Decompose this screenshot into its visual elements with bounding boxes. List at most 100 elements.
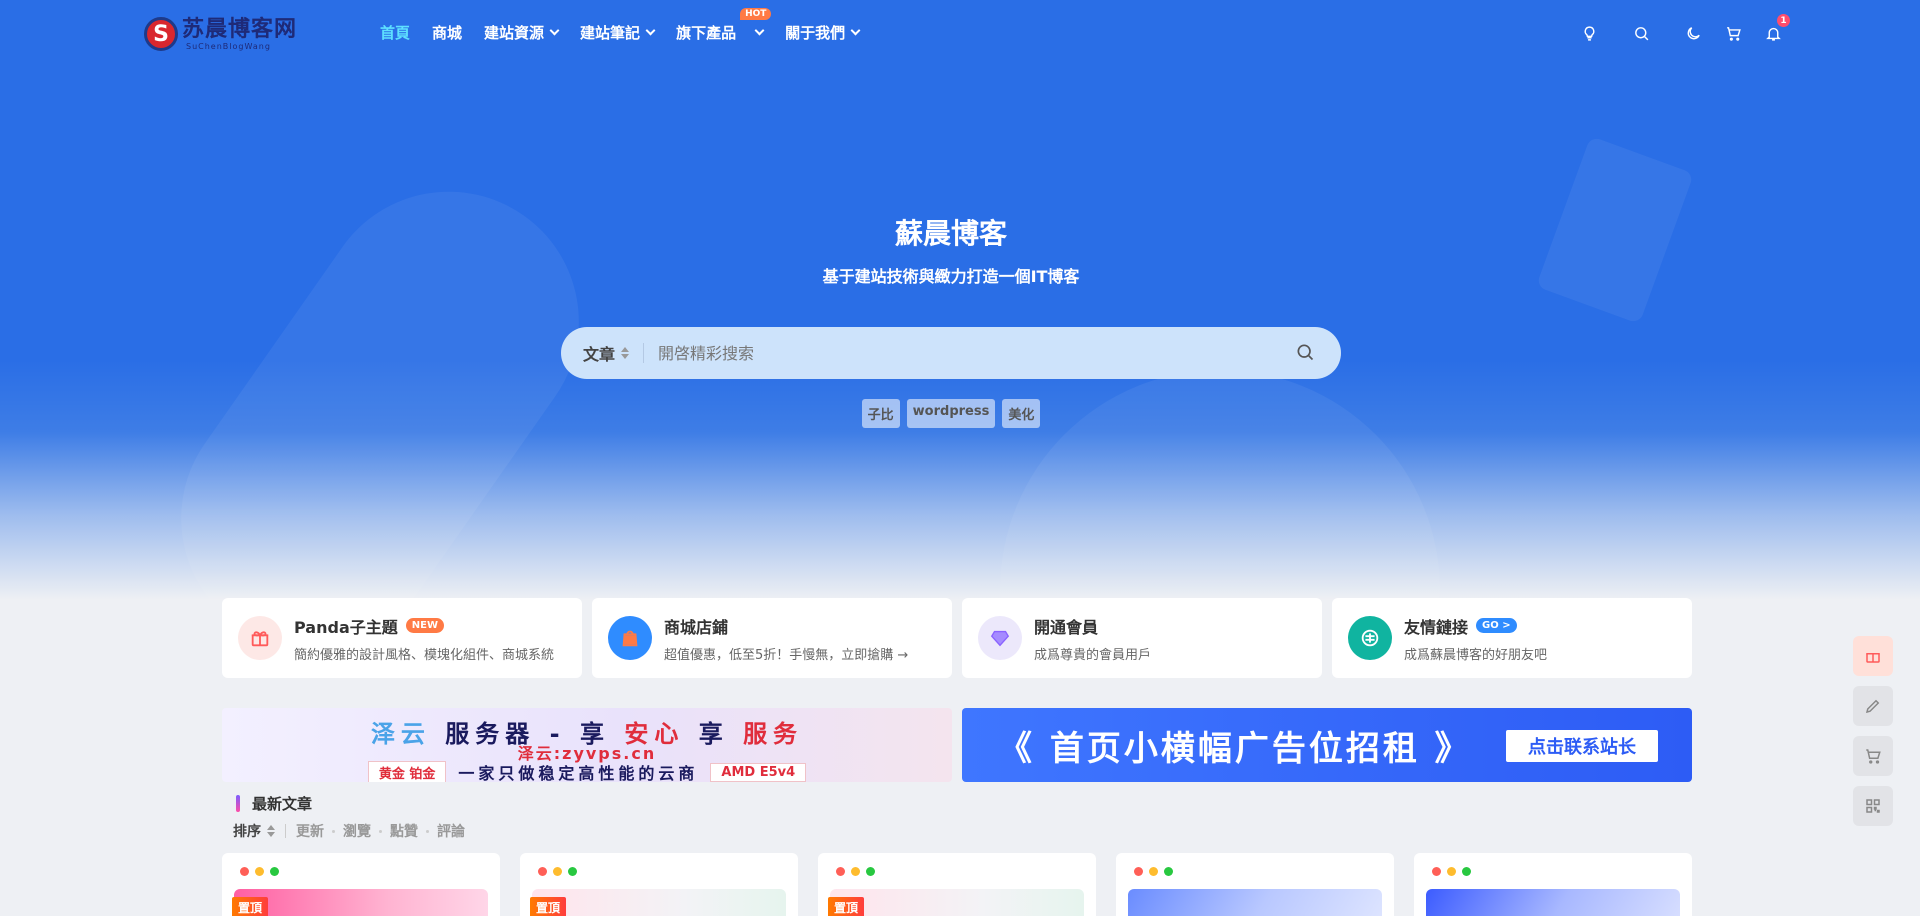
- search-submit-icon[interactable]: [1295, 342, 1317, 364]
- feature-title: 商城店鋪: [664, 614, 934, 638]
- logo-mark: S: [144, 17, 178, 51]
- search-input[interactable]: [658, 343, 1295, 363]
- feature-friend-links[interactable]: 友情鏈接 GO > 成爲蘇晨博客的好朋友吧: [1332, 598, 1692, 678]
- window-dots: [538, 867, 577, 876]
- cart-icon[interactable]: [1853, 736, 1893, 776]
- search-type-select[interactable]: 文章: [583, 341, 630, 365]
- window-dots: [1134, 867, 1173, 876]
- feature-title-text: 開通會員: [1034, 617, 1099, 637]
- bell-icon[interactable]: 1: [1762, 14, 1790, 44]
- moon-icon[interactable]: [1682, 22, 1704, 44]
- chevron-down-icon: [549, 25, 560, 36]
- hero-subtitle: 基于建站技術與緻力打造一個IT博客: [822, 267, 1080, 286]
- site-logo[interactable]: S 苏晨博客网 SuChenBlogWang: [144, 14, 314, 54]
- notification-badge: 1: [1777, 14, 1790, 27]
- sort-divider: [285, 824, 286, 838]
- feature-body: 商城店鋪 超值優惠，低至5折！手慢無，立即搶購 →: [664, 614, 934, 663]
- nav-resources-label: 建站資源: [484, 24, 545, 42]
- post-card[interactable]: [1414, 853, 1692, 916]
- post-card[interactable]: 置頂: [520, 853, 798, 916]
- search-icon[interactable]: [1630, 22, 1652, 44]
- post-card[interactable]: 置頂: [818, 853, 1096, 916]
- chevron-down-icon: [754, 25, 765, 36]
- sort-icon: [621, 347, 630, 359]
- sort-option-updated[interactable]: 更新: [296, 821, 324, 841]
- logo-text: 苏晨博客网 SuChenBlogWang: [182, 16, 298, 51]
- link-icon: [1348, 616, 1392, 660]
- hero-title: 蘇晨博客: [894, 217, 1007, 250]
- tag-item[interactable]: wordpress: [906, 399, 996, 428]
- window-dots: [1432, 867, 1471, 876]
- edit-icon[interactable]: [1853, 686, 1893, 726]
- window-dots: [836, 867, 875, 876]
- top-navbar: S 苏晨博客网 SuChenBlogWang 首頁 商城 建站資源 建站筆記 旗…: [0, 0, 1920, 66]
- post-thumbnail[interactable]: [1426, 889, 1680, 916]
- sort-dot: [332, 829, 335, 833]
- hero-section: [0, 0, 1920, 600]
- hot-badge: HOT: [740, 8, 772, 20]
- feature-desc: 超值優惠，低至5折！手慢無，立即搶購 →: [664, 647, 909, 663]
- feature-membership[interactable]: 開通會員 成爲尊貴的會員用戶: [962, 598, 1322, 678]
- gift-icon: [238, 616, 282, 660]
- nav-resources[interactable]: 建站資源: [484, 22, 560, 43]
- feature-body: 開通會員 成爲尊貴的會員用戶: [1034, 614, 1304, 663]
- hot-tags: 子比 wordpress 美化: [0, 399, 1902, 428]
- floating-toolbar: [1853, 636, 1893, 826]
- nav-shop[interactable]: 商城: [432, 22, 462, 43]
- feature-title: 友情鏈接 GO >: [1404, 614, 1674, 638]
- search-box: 文章: [561, 327, 1341, 379]
- latest-posts-title: 最新文章: [236, 793, 312, 814]
- lightbulb-icon[interactable]: [1578, 22, 1600, 44]
- nav-tools: 1: [1560, 14, 1790, 44]
- nav-products-label: 旗下產品: [676, 24, 737, 42]
- nav-about-label: 關于我們: [785, 24, 846, 42]
- feature-shop[interactable]: 商城店鋪 超值優惠，低至5折！手慢無，立即搶購 →: [592, 598, 952, 678]
- search-divider: [643, 343, 645, 363]
- nav-shop-label: 商城: [432, 24, 463, 42]
- sort-dot: [379, 829, 382, 833]
- post-card[interactable]: 置頂: [222, 853, 500, 916]
- gift-icon[interactable]: [1853, 636, 1893, 676]
- sort-label-text: 排序: [233, 824, 261, 840]
- nav-home[interactable]: 首頁: [380, 22, 410, 43]
- ad-rent-text: 《 首页小横幅广告位招租 》: [998, 728, 1472, 769]
- cart-icon[interactable]: [1722, 22, 1744, 44]
- spec-pill: AMD E5v4: [710, 762, 807, 782]
- nav-notes[interactable]: 建站筆記: [580, 22, 656, 43]
- ad-rent-banner[interactable]: 《 首页小横幅广告位招租 》 点击联系站长: [962, 708, 1692, 782]
- post-thumbnail[interactable]: [830, 889, 1084, 916]
- ad-banners: 泽云 服务器 - 享 安心 享 服务 泽云:zyvps.cn 黄金 铂金 一家只…: [222, 708, 1692, 782]
- sort-option-comments[interactable]: 評論: [437, 821, 465, 841]
- feature-title: Panda子主題 NEW: [294, 614, 564, 638]
- feature-desc: 成爲尊貴的會員用戶: [1034, 647, 1152, 663]
- sort-label[interactable]: 排序: [233, 821, 275, 841]
- latest-posts-title-text: 最新文章: [252, 795, 313, 813]
- new-badge: NEW: [405, 618, 444, 633]
- hero-decor: [130, 140, 630, 600]
- feature-title-text: 友情鏈接: [1404, 617, 1469, 637]
- qrcode-icon[interactable]: [1853, 786, 1893, 826]
- chevron-down-icon: [645, 25, 656, 36]
- feature-panda-theme[interactable]: Panda子主題 NEW 簡約優雅的設計風格、模塊化組件、商城系統: [222, 598, 582, 678]
- go-badge: GO >: [1476, 618, 1517, 633]
- feature-body: Panda子主題 NEW 簡約優雅的設計風格、模塊化組件、商城系統: [294, 614, 564, 663]
- nav-about[interactable]: 關于我們: [785, 22, 861, 43]
- nav-notes-label: 建站筆記: [580, 24, 641, 42]
- post-thumbnail[interactable]: [532, 889, 786, 916]
- zeyun-ad-banner[interactable]: 泽云 服务器 - 享 安心 享 服务 泽云:zyvps.cn 黄金 铂金 一家只…: [222, 708, 952, 782]
- diamond-icon: [978, 616, 1022, 660]
- tag-item[interactable]: 子比: [861, 399, 900, 428]
- post-thumbnail[interactable]: [1128, 889, 1382, 916]
- contact-admin-button[interactable]: 点击联系站长: [1506, 730, 1658, 762]
- post-thumbnail[interactable]: [234, 889, 488, 916]
- feature-title-text: 商城店鋪: [664, 617, 729, 637]
- feature-desc: 簡約優雅的設計風格、模塊化組件、商城系統: [294, 647, 555, 663]
- tag-item[interactable]: 美化: [1002, 399, 1041, 428]
- post-card[interactable]: [1116, 853, 1394, 916]
- post-cards: 置頂 置頂 置頂: [222, 853, 1692, 916]
- logo-title: 苏晨博客网: [182, 16, 298, 42]
- sort-option-likes[interactable]: 點贊: [390, 821, 418, 841]
- zeyun-slogan-row: 黄金 铂金 一家只做稳定高性能的云商 AMD E5v4: [222, 760, 952, 782]
- sort-option-views[interactable]: 瀏覽: [343, 821, 371, 841]
- nav-products[interactable]: 旗下產品 HOT: [676, 8, 772, 43]
